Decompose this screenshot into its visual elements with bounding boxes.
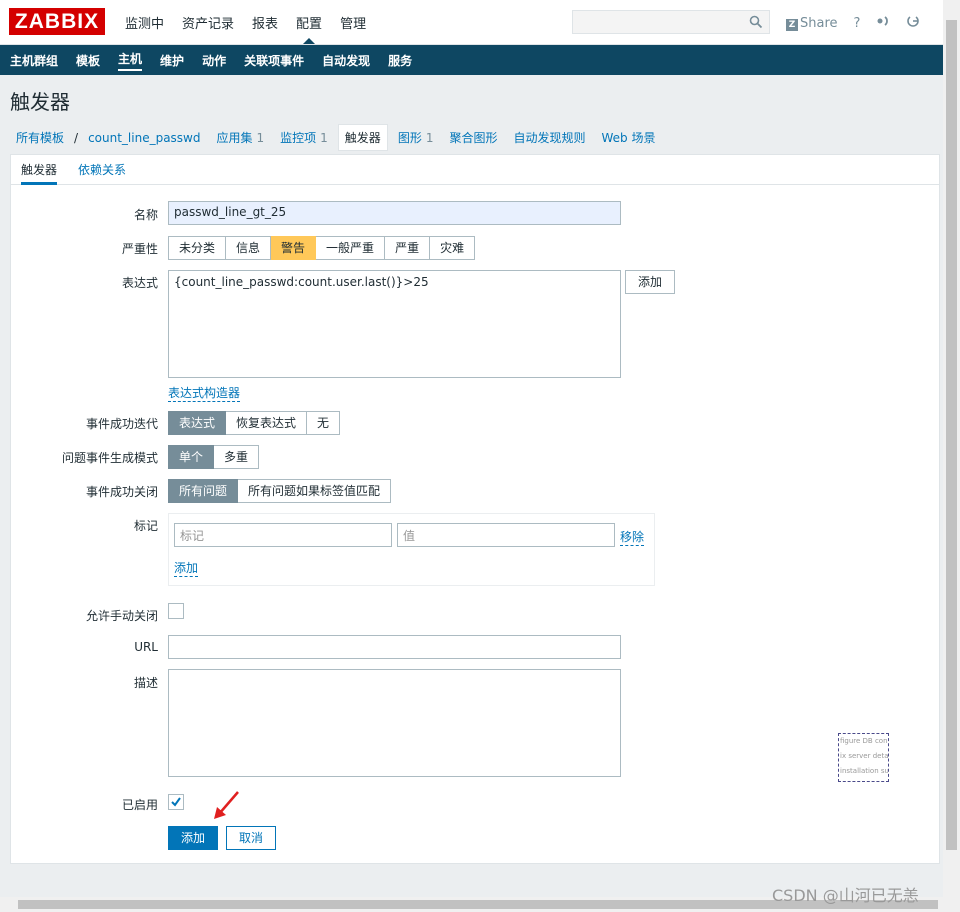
- problem-mode-single[interactable]: 单个: [168, 445, 215, 469]
- ok-event-recovery-expression[interactable]: 恢复表达式: [226, 411, 308, 435]
- enabled-label: 已启用: [121, 798, 158, 812]
- breadcrumb-separator: /: [74, 130, 79, 145]
- severity-information[interactable]: 信息: [226, 236, 272, 260]
- breadcrumb: 所有模板 / count_line_passwd 应用集 1 监控项 1 触发器 图…: [10, 124, 661, 151]
- submenu-services[interactable]: 服务: [388, 52, 412, 69]
- share-label: Share: [800, 15, 838, 31]
- description-field[interactable]: [168, 669, 621, 777]
- expression-add-button[interactable]: 添加: [625, 270, 676, 294]
- ok-event-none[interactable]: 无: [307, 411, 341, 435]
- breadcrumb-triggers[interactable]: 触发器: [337, 124, 388, 151]
- description-label: 描述: [133, 676, 158, 690]
- note-line: ix server detai: [840, 752, 889, 760]
- crumb-count: 1: [256, 131, 265, 145]
- zabbix-logo[interactable]: ZABBIX: [9, 8, 105, 35]
- ok-event-expression[interactable]: 表达式: [168, 411, 227, 435]
- top-right-tools: Z Share ?: [786, 14, 920, 32]
- breadcrumb-all-templates[interactable]: 所有模板: [10, 125, 70, 150]
- checkmark-icon: [171, 797, 181, 807]
- submenu-maintenance[interactable]: 维护: [160, 52, 184, 69]
- help-icon[interactable]: ?: [854, 16, 861, 31]
- ok-close-selector: 所有问题 所有问题如果标签值匹配: [168, 479, 392, 503]
- ok-event-generation-selector: 表达式 恢复表达式 无: [168, 411, 341, 435]
- severity-warning[interactable]: 警告: [271, 236, 317, 260]
- breadcrumb-graphs[interactable]: 图形 1: [392, 125, 440, 150]
- vertical-scrollbar[interactable]: [943, 0, 960, 897]
- severity-high[interactable]: 严重: [385, 236, 431, 260]
- tag-value-field[interactable]: 值: [397, 523, 615, 547]
- menu-monitoring[interactable]: 监测中: [125, 13, 164, 42]
- breadcrumb-template[interactable]: count_line_passwd: [82, 127, 206, 149]
- severity-disaster[interactable]: 灾难: [430, 236, 476, 260]
- tab-trigger[interactable]: 触发器: [21, 161, 58, 185]
- enabled-checkbox[interactable]: [168, 794, 184, 810]
- menu-configuration[interactable]: 配置: [296, 13, 322, 44]
- crumb-count: 1: [320, 131, 328, 145]
- problem-mode-selector: 单个 多重: [168, 445, 260, 469]
- submenu-hosts[interactable]: 主机: [118, 50, 143, 71]
- name-field[interactable]: passwd_line_gt_25: [168, 201, 621, 225]
- note-line: installation sun: [840, 767, 889, 775]
- problem-mode-label: 问题事件生成模式: [61, 451, 158, 465]
- manual-close-label: 允许手动关闭: [85, 609, 158, 623]
- trigger-form-panel: 触发器 依赖关系 名称 passwd_line_gt_25 严重性 未分类 信息…: [10, 154, 940, 864]
- scrollbar-thumb[interactable]: [946, 20, 957, 850]
- ok-close-all-problems[interactable]: 所有问题: [168, 479, 239, 503]
- submenu-correlation[interactable]: 关联项事件: [244, 52, 304, 69]
- submenu-host-groups[interactable]: 主机群组: [10, 52, 58, 69]
- crumb-label: 图形: [397, 131, 422, 145]
- severity-selector: 未分类 信息 警告 一般严重 严重 灾难: [168, 236, 476, 260]
- expression-field[interactable]: {count_line_passwd:count.user.last()}>25: [168, 270, 621, 378]
- tags-label: 标记: [133, 519, 158, 533]
- crumb-label: 应用集: [216, 131, 253, 145]
- breadcrumb-screens[interactable]: 聚合图形: [443, 125, 503, 150]
- user-profile-icon[interactable]: [876, 14, 890, 32]
- menu-reports[interactable]: 报表: [252, 13, 278, 42]
- breadcrumb-web-scenarios[interactable]: Web 场景: [596, 125, 662, 150]
- red-arrow-annotation: [214, 791, 239, 819]
- submenu-discovery[interactable]: 自动发现: [322, 52, 370, 69]
- breadcrumb-discovery-rules[interactable]: 自动发现规则: [507, 125, 591, 150]
- menu-administration[interactable]: 管理: [340, 13, 366, 42]
- tag-add-link[interactable]: 添加: [174, 559, 199, 577]
- ok-event-generation-label: 事件成功迭代: [85, 417, 158, 431]
- tag-remove-link[interactable]: 移除: [620, 528, 645, 546]
- menu-inventory[interactable]: 资产记录: [182, 13, 234, 42]
- submenu-actions[interactable]: 动作: [202, 52, 226, 69]
- crumb-count: 1: [425, 131, 434, 145]
- watermark: CSDN @山河已无恙: [772, 886, 919, 905]
- url-field[interactable]: [168, 635, 621, 659]
- tab-dependencies[interactable]: 依赖关系: [78, 161, 126, 178]
- ok-close-tag-match[interactable]: 所有问题如果标签值匹配: [238, 479, 392, 503]
- severity-label: 严重性: [121, 242, 158, 256]
- share-link[interactable]: Z Share: [786, 16, 838, 31]
- problem-mode-multiple[interactable]: 多重: [214, 445, 260, 469]
- name-label: 名称: [133, 208, 158, 222]
- expression-constructor-link[interactable]: 表达式构造器: [168, 384, 241, 402]
- severity-average[interactable]: 一般严重: [316, 236, 386, 260]
- breadcrumb-items[interactable]: 监控项 1: [274, 125, 334, 150]
- zabbix-share-icon: Z: [786, 18, 798, 31]
- crumb-label: 监控项: [280, 131, 317, 145]
- clipped-text-box: figure DB conn ix server detai installat…: [838, 733, 889, 782]
- note-line: figure DB conn: [840, 737, 889, 745]
- sign-out-icon[interactable]: [906, 14, 920, 32]
- top-bar: ZABBIX 监测中 资产记录 报表 配置 管理 Z Share ?: [0, 0, 943, 45]
- expression-label: 表达式: [121, 276, 158, 290]
- sub-menu: 主机群组 模板 主机 维护 动作 关联项事件 自动发现 服务: [0, 45, 943, 75]
- url-label: URL: [134, 640, 158, 654]
- form-tabs: 触发器 依赖关系: [11, 155, 939, 185]
- cancel-button[interactable]: 取消: [226, 826, 277, 850]
- add-button[interactable]: 添加: [168, 826, 219, 850]
- submenu-templates[interactable]: 模板: [76, 52, 100, 69]
- tag-name-field[interactable]: 标记: [174, 523, 392, 547]
- ok-close-label: 事件成功关闭: [85, 485, 158, 499]
- manual-close-checkbox[interactable]: [168, 603, 184, 619]
- severity-not-classified[interactable]: 未分类: [168, 236, 227, 260]
- search-icon[interactable]: [749, 15, 763, 32]
- page-title: 触发器: [10, 90, 70, 114]
- search-input[interactable]: [572, 10, 770, 34]
- breadcrumb-applications[interactable]: 应用集 1: [210, 125, 270, 150]
- main-menu: 监测中 资产记录 报表 配置 管理: [125, 13, 366, 44]
